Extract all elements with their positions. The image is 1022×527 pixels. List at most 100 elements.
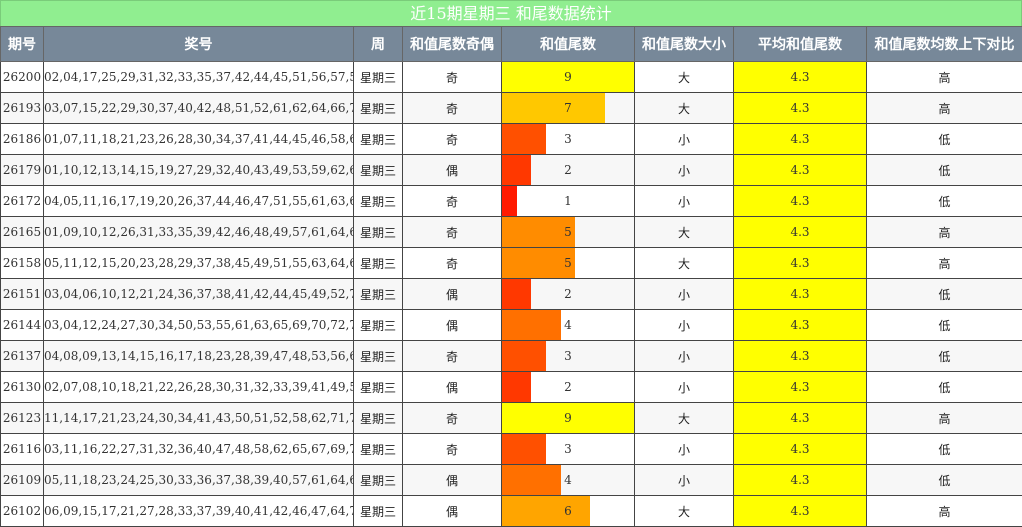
tail-value: 5: [564, 256, 572, 270]
compare-cell: 高: [866, 61, 1022, 93]
tail-cell: 3: [501, 123, 635, 155]
numbers-cell: 03,04,12,24,27,30,34,50,53,55,61,63,65,6…: [43, 309, 354, 341]
avg-cell: 4.3: [733, 185, 867, 217]
table-row: 26193 03,07,15,22,29,30,37,40,42,48,51,52…: [0, 92, 1022, 124]
issue-cell: 26116: [0, 433, 44, 465]
size-cell: 小: [634, 123, 734, 155]
issue-cell: 26165: [0, 216, 44, 248]
header-avg: 平均和值尾数: [733, 26, 867, 62]
tail-value: 3: [564, 349, 572, 363]
issue-cell: 26151: [0, 278, 44, 310]
parity-cell: 奇: [402, 61, 502, 93]
avg-cell: 4.3: [733, 61, 867, 93]
avg-cell: 4.3: [733, 309, 867, 341]
table-row: 26144 03,04,12,24,27,30,34,50,53,55,61,63…: [0, 309, 1022, 341]
size-cell: 大: [634, 61, 734, 93]
size-cell: 小: [634, 309, 734, 341]
compare-cell: 低: [866, 154, 1022, 186]
numbers-cell: 11,14,17,21,23,24,30,34,41,43,50,51,52,5…: [43, 402, 354, 434]
tail-bar: [502, 341, 546, 371]
tail-bar: [502, 465, 561, 495]
avg-cell: 4.3: [733, 123, 867, 155]
week-cell: 星期三: [353, 278, 403, 310]
tail-cell: 3: [501, 340, 635, 372]
compare-cell: 高: [866, 495, 1022, 527]
issue-cell: 26144: [0, 309, 44, 341]
avg-cell: 4.3: [733, 495, 867, 527]
compare-cell: 低: [866, 464, 1022, 496]
tail-cell: 2: [501, 278, 635, 310]
avg-cell: 4.3: [733, 216, 867, 248]
tail-bar: [502, 186, 517, 216]
week-cell: 星期三: [353, 340, 403, 372]
compare-cell: 低: [866, 278, 1022, 310]
avg-cell: 4.3: [733, 433, 867, 465]
parity-cell: 奇: [402, 185, 502, 217]
avg-cell: 4.3: [733, 464, 867, 496]
tail-bar: [502, 310, 561, 340]
size-cell: 大: [634, 247, 734, 279]
size-cell: 大: [634, 402, 734, 434]
tail-bar: [502, 372, 532, 402]
week-cell: 星期三: [353, 61, 403, 93]
tail-cell: 6: [501, 495, 635, 527]
size-cell: 大: [634, 216, 734, 248]
table-row: 26172 04,05,11,16,17,19,20,26,37,44,46,47…: [0, 185, 1022, 217]
table-body: 26200 02,04,17,25,29,31,32,33,35,37,42,44…: [0, 61, 1022, 527]
size-cell: 小: [634, 371, 734, 403]
tail-bar: [502, 93, 605, 123]
numbers-cell: 03,07,15,22,29,30,37,40,42,48,51,52,61,6…: [43, 92, 354, 124]
header-issue: 期号: [0, 26, 44, 62]
numbers-cell: 04,08,09,13,14,15,16,17,18,23,28,39,47,4…: [43, 340, 354, 372]
parity-cell: 奇: [402, 340, 502, 372]
tail-value: 7: [564, 101, 572, 115]
avg-cell: 4.3: [733, 92, 867, 124]
compare-cell: 高: [866, 216, 1022, 248]
tail-cell: 9: [501, 61, 635, 93]
tail-bar: [502, 279, 532, 309]
header-parity: 和值尾数奇偶: [402, 26, 502, 62]
week-cell: 星期三: [353, 216, 403, 248]
table-row: 26123 11,14,17,21,23,24,30,34,41,43,50,51…: [0, 402, 1022, 434]
issue-cell: 26158: [0, 247, 44, 279]
parity-cell: 奇: [402, 216, 502, 248]
table-title: 近15期星期三 和尾数据统计: [0, 0, 1022, 27]
tail-value: 4: [564, 318, 572, 332]
tail-value: 2: [564, 163, 572, 177]
parity-cell: 偶: [402, 464, 502, 496]
tail-value: 6: [564, 504, 572, 518]
numbers-cell: 05,11,18,23,24,25,30,33,36,37,38,39,40,5…: [43, 464, 354, 496]
tail-cell: 5: [501, 247, 635, 279]
tail-value: 9: [564, 70, 572, 84]
tail-value: 2: [564, 287, 572, 301]
numbers-cell: 01,10,12,13,14,15,19,27,29,32,40,43,49,5…: [43, 154, 354, 186]
parity-cell: 偶: [402, 309, 502, 341]
issue-cell: 26123: [0, 402, 44, 434]
compare-cell: 低: [866, 433, 1022, 465]
week-cell: 星期三: [353, 433, 403, 465]
size-cell: 小: [634, 185, 734, 217]
compare-cell: 低: [866, 340, 1022, 372]
size-cell: 小: [634, 464, 734, 496]
week-cell: 星期三: [353, 247, 403, 279]
tail-cell: 3: [501, 433, 635, 465]
numbers-cell: 05,11,12,15,20,23,28,29,37,38,45,49,51,5…: [43, 247, 354, 279]
tail-cell: 7: [501, 92, 635, 124]
week-cell: 星期三: [353, 185, 403, 217]
size-cell: 小: [634, 154, 734, 186]
tail-value: 3: [564, 132, 572, 146]
stats-table: 期号 奖号 周 和值尾数奇偶 和值尾数 和值尾数大小 平均和值尾数 和值尾数均数…: [0, 26, 1022, 527]
numbers-cell: 04,05,11,16,17,19,20,26,37,44,46,47,51,5…: [43, 185, 354, 217]
tail-value: 3: [564, 442, 572, 456]
tail-cell: 5: [501, 216, 635, 248]
compare-cell: 高: [866, 402, 1022, 434]
table-row: 26130 02,07,08,10,18,21,22,26,28,30,31,32…: [0, 371, 1022, 403]
header-numbers: 奖号: [43, 26, 354, 62]
tail-value: 4: [564, 473, 572, 487]
week-cell: 星期三: [353, 495, 403, 527]
compare-cell: 低: [866, 185, 1022, 217]
compare-cell: 高: [866, 92, 1022, 124]
numbers-cell: 06,09,15,17,21,27,28,33,37,39,40,41,42,4…: [43, 495, 354, 527]
table-row: 26165 01,09,10,12,26,31,33,35,39,42,46,48…: [0, 216, 1022, 248]
compare-cell: 高: [866, 247, 1022, 279]
